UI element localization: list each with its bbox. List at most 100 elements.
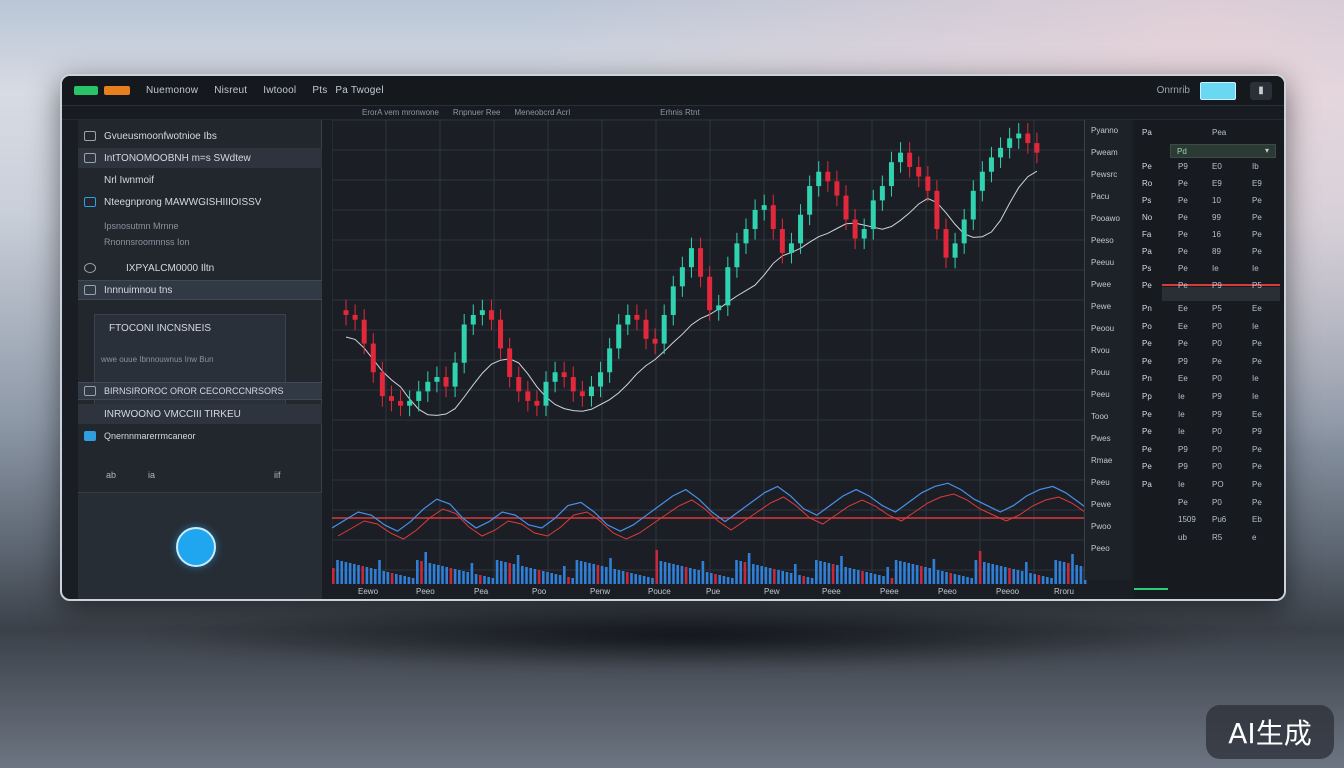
orderbook-row[interactable]: No Pe 99 Pe [1134,209,1284,226]
volume-bar [1004,567,1007,584]
price-axis-label: Peeo [1091,544,1110,553]
candle-body [707,276,713,311]
orderbook-cell: Ie [1252,392,1259,401]
more-icon[interactable]: ▮ [1250,81,1272,100]
orderbook-cell: P5 [1252,281,1262,290]
candle-body [988,157,994,172]
candle-body [552,372,558,382]
record-button[interactable] [176,527,216,567]
orderbook-selector[interactable]: Pd ▾ [1170,144,1276,158]
orderbook-row[interactable]: ub R5 e [1134,529,1284,546]
sidebar-row-10[interactable]: BIRNSIROROC OROR CECORCCNRSORS [78,382,322,400]
volume-bar [466,572,469,584]
orderbook-row[interactable]: Pe P9 E0 Ib [1134,158,1284,175]
volume-bar [701,561,705,584]
candle-body [770,205,776,230]
orderbook-cell: 99 [1212,213,1221,222]
orderbook-cell: P0 [1212,321,1222,331]
filter-icon[interactable]: iif [274,470,281,480]
orderbook-row[interactable]: Ro Pe E9 E9 [1134,175,1284,192]
menu-item-3[interactable]: Pts [312,85,327,96]
orderbook-row[interactable]: 1509 Pu6 Eb [1134,511,1284,528]
orderbook-cell: 89 [1212,247,1221,256]
menu-item-1[interactable]: Nisreut [214,85,247,96]
search-label[interactable]: Onrnrib [1157,85,1190,96]
volume-bar [957,575,961,584]
volume-bar [437,565,440,584]
orderbook-row[interactable]: Pe P0 Pe [1134,494,1284,511]
volume-bar [865,572,868,584]
candle-body [443,377,449,387]
volume-bar [449,568,453,584]
orderbook-row[interactable]: Pe P9 P0 Pe [1134,458,1284,475]
volume-bar [365,567,369,584]
volume-bar [525,567,528,584]
sidebar-row-6[interactable]: IXPYALCM0000 Iltn [78,258,322,278]
orderbook-row[interactable]: Ps Pe Ie Ie [1134,260,1284,277]
candle-body [734,243,740,268]
volume-bar [470,563,474,584]
sidebar-row-7[interactable]: Innnuimnou tns [78,280,322,300]
sub-bar: ErorA vem mronwone Rnpnuer Ree Meneobcrd… [62,106,1284,120]
orderbook-row[interactable]: Pa Pea [1134,124,1284,141]
settings-icon[interactable]: ia [148,470,155,480]
time-axis: Eewo Peeo Pea Poo Penw Pouce Pue Pew Peee Peee Pee… [332,584,1092,599]
sidebar-row-5[interactable]: Rnonnsroomnnss Ion [78,232,322,252]
volume-bar [626,572,629,584]
mode-toggle[interactable] [1200,81,1236,100]
orderbook-row[interactable]: Po Ee P0 Ie [1134,318,1284,335]
sidebar-row-11[interactable]: INRWOONO VMCCIII TIRKEU [78,404,322,424]
sidebar-row-3[interactable]: Nteegnprong MAWWGISHIIIOISSV [78,192,322,212]
volume-bar [760,566,763,584]
orderbook-row[interactable]: Pp Ie P9 Ie [1134,388,1284,405]
orderbook-row[interactable]: Pe Ie P9 Ee [1134,406,1284,423]
volume-bar [936,570,940,584]
candle-body [761,205,767,210]
menu-item-2[interactable]: Iwtoool [263,85,296,96]
subbar-item-0: ErorA vem mronwone [362,108,439,117]
volume-bar [344,562,348,584]
price-chart[interactable] [332,120,1092,600]
candle-body [388,396,394,401]
orderbook-cell: P9 [1252,427,1262,437]
volume-bar [1008,568,1011,584]
volume-bar [802,576,805,584]
candle-body [934,190,940,230]
sidebar-row-0[interactable]: Gvueusmoonfwotnioe Ibs [78,126,322,146]
orderbook-row[interactable]: Pe Pe P0 Pe [1134,335,1284,352]
orderbook-row[interactable]: Pa Ie PO Pe [1134,476,1284,493]
volume-bar [474,574,478,584]
price-axis-label: Peeso [1091,236,1114,245]
orderbook-cell: Pe [1178,281,1188,290]
orderbook-cell: Pu6 [1212,515,1227,525]
candle-body [479,310,485,315]
orderbook-row[interactable]: Fa Pe 16 Pe [1134,226,1284,243]
volume-bar [369,568,373,584]
orderbook-row[interactable]: Pn Ee P0 Ie [1134,370,1284,387]
orderbook-row[interactable]: Pa Pe 89 Pe [1134,243,1284,260]
volume-bar [504,562,507,584]
sidebar-row-12[interactable]: Qnernnmarerrmcaneor [78,426,322,446]
orderbook-cell: Pe [1252,247,1262,256]
orderbook-cell: e [1252,532,1257,542]
volume-bar [899,561,902,584]
candle-body [861,229,867,239]
orderbook-row[interactable]: Pe Ie P0 P9 [1134,423,1284,440]
menu-item-0[interactable]: Nuemonow [146,85,198,96]
orderbook-row[interactable]: Pe P9 P0 Pe [1134,441,1284,458]
link-icon[interactable]: ab [106,470,116,480]
orderbook-cell: Ie [1178,427,1185,437]
orderbook-row[interactable]: Pn Ee P5 Ee [1134,300,1284,317]
orderbook-cell: Pe [1252,196,1262,205]
orderbook-row[interactable]: Ps Pe 10 Pe [1134,192,1284,209]
sidebar-row-1[interactable]: IntTONOMOOBNH m=s SWdtew [78,148,322,168]
time-axis-label: Pew [764,587,780,596]
orderbook-row[interactable]: Pe P9 Pe Pe [1134,353,1284,370]
menu-item-4[interactable]: Pa Twogel [335,85,383,96]
volume-bar [554,574,558,584]
candle-body [379,372,385,397]
time-axis-label: Rroru [1054,587,1075,596]
sidebar-row-2[interactable]: Nrl Iwnmoif [78,170,322,190]
orderbook-row[interactable]: Pe Pe P9 P5 [1134,277,1284,294]
volume-bar [823,562,826,584]
